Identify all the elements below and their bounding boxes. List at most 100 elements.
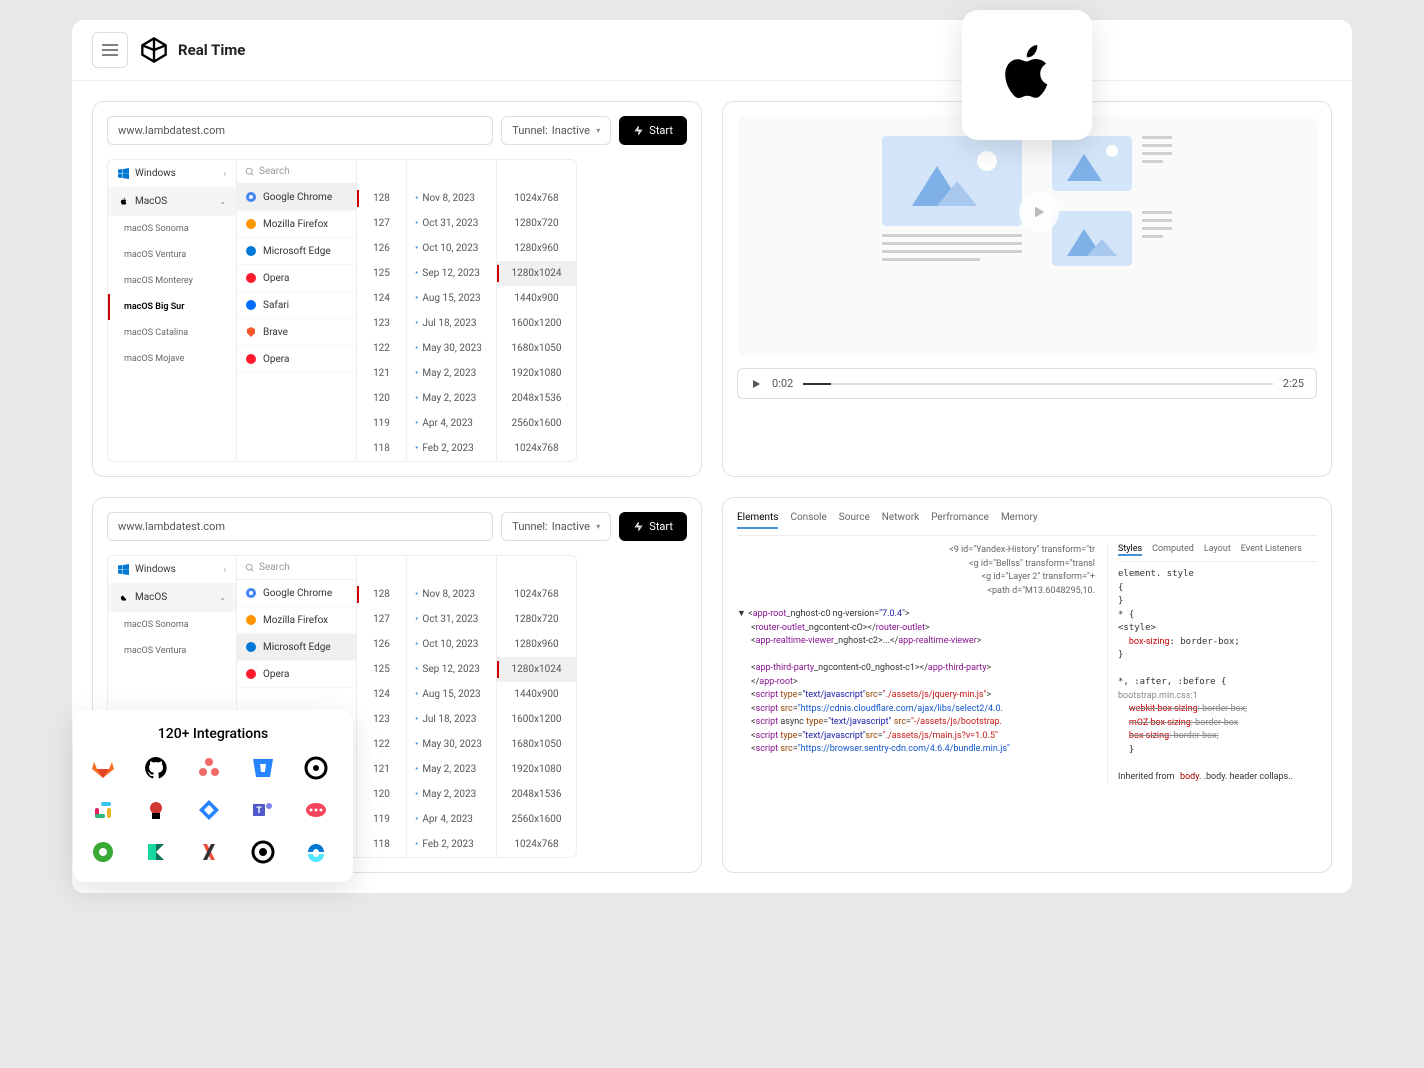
- start-button[interactable]: Start: [619, 512, 687, 541]
- ver-item-item[interactable]: 121: [357, 757, 406, 782]
- ver-item-item[interactable]: 125: [357, 261, 406, 286]
- res-item-item[interactable]: 2048x1536: [497, 386, 576, 411]
- os-windows[interactable]: Windows ›: [108, 556, 236, 584]
- res-item-item[interactable]: 2560x1600: [497, 411, 576, 436]
- ver-item-item[interactable]: 124: [357, 286, 406, 311]
- devtools-tab[interactable]: Source: [839, 512, 870, 529]
- os-item sub-item[interactable]: macOS Ventura: [108, 638, 236, 664]
- ver-item-item[interactable]: 118: [357, 832, 406, 857]
- res-item-item[interactable]: 1600x1200: [497, 311, 576, 336]
- res-item-item[interactable]: 2048x1536: [497, 782, 576, 807]
- res-item-item[interactable]: 1280x960: [497, 236, 576, 261]
- date-item-item[interactable]: Aug 15, 2023: [407, 286, 496, 311]
- browser-item[interactable]: Google Chrome: [237, 580, 356, 607]
- res-item-item[interactable]: 1680x1050: [497, 336, 576, 361]
- browser-item[interactable]: Google Chrome: [237, 184, 356, 211]
- play-icon[interactable]: [750, 378, 762, 390]
- date-item-item[interactable]: May 30, 2023: [407, 732, 496, 757]
- devtools-styles[interactable]: StylesComputedLayoutEvent Listeners elem…: [1107, 544, 1317, 784]
- date-item-item[interactable]: May 2, 2023: [407, 361, 496, 386]
- os-windows[interactable]: Windows ›: [108, 160, 236, 188]
- ver-item-item[interactable]: 119: [357, 807, 406, 832]
- video-controls[interactable]: 0:02 2:25: [737, 368, 1317, 399]
- ver-item-item[interactable]: 120: [357, 782, 406, 807]
- res-item-item[interactable]: 1280x960: [497, 632, 576, 657]
- browser-item[interactable]: Safari: [237, 292, 356, 319]
- res-item-item[interactable]: 1024x768: [497, 832, 576, 857]
- date-item-item[interactable]: Aug 15, 2023: [407, 682, 496, 707]
- devtools-html[interactable]: <9 id="Yandex-History" transform="tr<g i…: [737, 544, 1095, 784]
- date-item-item[interactable]: Nov 8, 2023: [407, 186, 496, 211]
- date-item-item[interactable]: Feb 2, 2023: [407, 436, 496, 461]
- res-item-item[interactable]: 1600x1200: [497, 707, 576, 732]
- date-item-item[interactable]: Oct 31, 2023: [407, 211, 496, 236]
- ver-item-item[interactable]: 119: [357, 411, 406, 436]
- browser-search[interactable]: Search: [237, 160, 356, 184]
- ver-item-item[interactable]: 123: [357, 707, 406, 732]
- res-item-item[interactable]: 1680x1050: [497, 732, 576, 757]
- tunnel-select[interactable]: Tunnel: Inactive▾: [501, 512, 611, 541]
- date-item-item[interactable]: May 30, 2023: [407, 336, 496, 361]
- ver-item-item[interactable]: 127: [357, 211, 406, 236]
- tunnel-select[interactable]: Tunnel: Inactive▾: [501, 116, 611, 145]
- res-item-item[interactable]: 1280x720: [497, 211, 576, 236]
- ver-item-item[interactable]: 127: [357, 607, 406, 632]
- browser-item[interactable]: Microsoft Edge: [237, 238, 356, 265]
- date-item-item[interactable]: Oct 31, 2023: [407, 607, 496, 632]
- devtools-tab[interactable]: Console: [790, 512, 826, 529]
- ver-item-item[interactable]: 125: [357, 657, 406, 682]
- os-item sub-item[interactable]: macOS Sonoma: [108, 612, 236, 638]
- date-item-item[interactable]: Nov 8, 2023: [407, 582, 496, 607]
- res-item-item[interactable]: 2560x1600: [497, 807, 576, 832]
- os-item sub-item[interactable]: macOS Monterey: [108, 268, 236, 294]
- res-item-item[interactable]: 1920x1080: [497, 757, 576, 782]
- play-icon[interactable]: [1019, 192, 1059, 232]
- os-item sub-item[interactable]: macOS Catalina: [108, 320, 236, 346]
- browser-item[interactable]: Microsoft Edge: [237, 634, 356, 661]
- res-item-item[interactable]: 1440x900: [497, 286, 576, 311]
- res-item-item[interactable]: 1280x720: [497, 607, 576, 632]
- browser-search[interactable]: Search: [237, 556, 356, 580]
- date-item-item[interactable]: May 2, 2023: [407, 757, 496, 782]
- ver-item-item[interactable]: 122: [357, 336, 406, 361]
- date-item-item[interactable]: May 2, 2023: [407, 386, 496, 411]
- res-item-item[interactable]: 1280x1024: [497, 657, 576, 682]
- date-item-item[interactable]: Jul 18, 2023: [407, 707, 496, 732]
- ver-item-item[interactable]: 122: [357, 732, 406, 757]
- ver-item-item[interactable]: 128: [357, 186, 406, 211]
- browser-item[interactable]: Opera: [237, 265, 356, 292]
- ver-item-item[interactable]: 118: [357, 436, 406, 461]
- os-item sub-item[interactable]: macOS Big Sur: [108, 294, 236, 320]
- ver-item-item[interactable]: 124: [357, 682, 406, 707]
- os-item sub-item[interactable]: macOS Sonoma: [108, 216, 236, 242]
- res-item-item[interactable]: 1024x768: [497, 582, 576, 607]
- devtools-tab[interactable]: Perfromance: [931, 512, 989, 529]
- ver-item-item[interactable]: 123: [357, 311, 406, 336]
- res-item-item[interactable]: 1440x900: [497, 682, 576, 707]
- ver-item-item[interactable]: 128: [357, 582, 406, 607]
- os-macos[interactable]: MacOS ⌄: [108, 188, 236, 216]
- date-item-item[interactable]: Feb 2, 2023: [407, 832, 496, 857]
- url-input[interactable]: www.lambdatest.com: [107, 512, 493, 541]
- date-item-item[interactable]: Sep 12, 2023: [407, 657, 496, 682]
- hamburger-menu[interactable]: [92, 32, 128, 68]
- date-item-item[interactable]: Apr 4, 2023: [407, 411, 496, 436]
- res-item-item[interactable]: 1024x768: [497, 436, 576, 461]
- date-item-item[interactable]: Oct 10, 2023: [407, 632, 496, 657]
- devtools-tab[interactable]: Network: [882, 512, 919, 529]
- styles-tab[interactable]: Computed: [1152, 544, 1194, 556]
- devtools-tab[interactable]: Elements: [737, 512, 778, 529]
- date-item-item[interactable]: May 2, 2023: [407, 782, 496, 807]
- browser-item[interactable]: Brave: [237, 319, 356, 346]
- date-item-item[interactable]: Oct 10, 2023: [407, 236, 496, 261]
- ver-item-item[interactable]: 121: [357, 361, 406, 386]
- ver-item-item[interactable]: 126: [357, 236, 406, 261]
- os-item sub-item[interactable]: macOS Ventura: [108, 242, 236, 268]
- res-item-item[interactable]: 1280x1024: [497, 261, 576, 286]
- date-item-item[interactable]: Apr 4, 2023: [407, 807, 496, 832]
- date-item-item[interactable]: Sep 12, 2023: [407, 261, 496, 286]
- styles-tab[interactable]: Event Listeners: [1241, 544, 1302, 556]
- os-macos[interactable]: MacOS ⌄: [108, 584, 236, 612]
- styles-tab[interactable]: Styles: [1118, 544, 1142, 556]
- browser-item[interactable]: Mozilla Firefox: [237, 607, 356, 634]
